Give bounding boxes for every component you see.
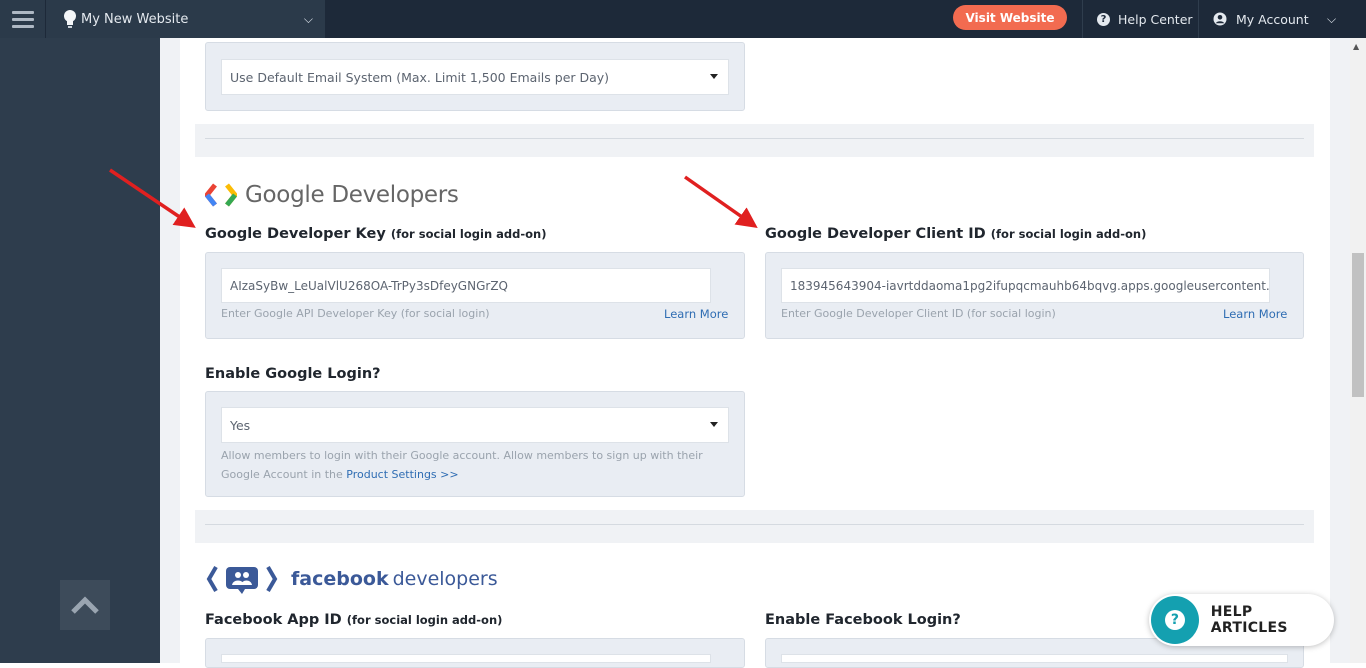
dropdown-caret-icon — [710, 74, 718, 79]
facebook-app-id-panel — [205, 638, 745, 668]
section-divider — [195, 510, 1314, 543]
enable-google-login-value: Yes — [230, 417, 251, 433]
email-system-select[interactable]: Use Default Email System (Max. Limit 1,5… — [221, 59, 729, 95]
hamburger-icon-bar — [11, 24, 34, 28]
google-key-input[interactable]: AIzaSyBw_LeUalVlU268OA-TrPy3sDfeyGNGrZQ — [221, 268, 711, 303]
divider-line — [205, 138, 1304, 139]
my-account-menu[interactable]: My Account — [1213, 0, 1309, 38]
google-developers-icon — [205, 183, 237, 207]
help-articles-label: HELP ARTICLES — [1210, 604, 1288, 636]
facebook-app-id-input[interactable] — [221, 654, 711, 663]
facebook-developers-icon — [206, 565, 278, 594]
visit-website-button[interactable]: Visit Website — [953, 5, 1067, 30]
chevron-up-icon — [71, 596, 99, 614]
question-icon: ? — [1164, 610, 1185, 630]
hamburger-icon-bar — [11, 10, 34, 14]
google-client-input[interactable]: 183945643904-iavrtddaoma1pg2ifupqcmauhb6… — [781, 268, 1270, 303]
my-account-label: My Account — [1236, 11, 1309, 27]
help-articles-icon-circle: ? — [1151, 596, 1199, 644]
facebook-app-id-label-text: Facebook App ID — [205, 612, 342, 628]
menu-toggle-button[interactable] — [0, 0, 45, 38]
user-icon — [1213, 12, 1227, 26]
chevron-down-icon[interactable]: ⌵ — [1327, 12, 1336, 27]
enable-facebook-login-select[interactable] — [781, 654, 1288, 663]
section-divider — [195, 124, 1314, 157]
enable-google-login-hint-text: Allow members to login with their Google… — [221, 449, 703, 481]
google-developers-logo: Google Developers — [205, 180, 459, 210]
scrollbar-thumb[interactable] — [1352, 253, 1364, 397]
google-client-label: Google Developer Client ID (for social l… — [765, 226, 1146, 242]
help-articles-button[interactable]: ? HELP ARTICLES — [1149, 594, 1334, 646]
divider — [1198, 0, 1199, 38]
google-key-value: AIzaSyBw_LeUalVlU268OA-TrPy3sDfeyGNGrZQ — [230, 278, 508, 293]
google-key-label-note: (for social login add-on) — [390, 227, 547, 241]
google-key-learn-more-link[interactable]: Learn More — [664, 307, 728, 321]
scroll-up-arrow-icon[interactable]: ▲ — [1353, 42, 1359, 51]
google-key-label-text: Google Developer Key — [205, 226, 386, 242]
google-key-label: Google Developer Key (for social login a… — [205, 226, 546, 242]
facebook-app-id-label-note: (for social login add-on) — [346, 613, 503, 627]
google-client-label-text: Google Developer Client ID — [765, 226, 986, 242]
facebook-developers-text: developers — [392, 568, 498, 590]
facebook-wordmark: facebook — [291, 568, 389, 590]
enable-google-login-select[interactable]: Yes — [221, 407, 729, 443]
hamburger-icon-bar — [11, 17, 34, 21]
help-center-link[interactable]: ? Help Center — [1097, 0, 1193, 38]
scroll-to-top-button[interactable] — [60, 580, 110, 630]
sidebar — [0, 38, 160, 663]
enable-facebook-login-label: Enable Facebook Login? — [765, 612, 961, 628]
enable-google-login-hint: Allow members to login with their Google… — [221, 446, 721, 484]
question-icon: ? — [1097, 12, 1110, 26]
google-client-value: 183945643904-iavrtddaoma1pg2ifupqcmauhb6… — [790, 278, 1270, 293]
google-key-hint: Enter Google API Developer Key (for soci… — [221, 307, 490, 320]
facebook-developers-logo: facebook developers — [205, 564, 498, 594]
divider — [1082, 0, 1083, 38]
website-name: My New Website — [81, 11, 189, 27]
divider-line — [205, 524, 1304, 525]
product-settings-link[interactable]: Product Settings >> — [346, 468, 458, 481]
email-system-value: Use Default Email System (Max. Limit 1,5… — [230, 69, 610, 85]
dropdown-caret-icon — [710, 422, 718, 427]
enable-google-login-label: Enable Google Login? — [205, 366, 381, 382]
top-navbar: My New Website ⌵ Visit Website ? Help Ce… — [0, 0, 1366, 38]
google-client-learn-more-link[interactable]: Learn More — [1223, 307, 1287, 321]
google-client-hint: Enter Google Developer Client ID (for so… — [781, 307, 1056, 320]
lightbulb-icon — [64, 10, 76, 28]
facebook-app-id-label: Facebook App ID (for social login add-on… — [205, 612, 502, 628]
website-selector[interactable]: My New Website ⌵ — [45, 0, 325, 38]
google-developers-text: Google Developers — [245, 182, 459, 208]
help-center-label: Help Center — [1118, 11, 1193, 27]
chevron-down-icon: ⌵ — [303, 12, 313, 26]
google-client-label-note: (for social login add-on) — [990, 227, 1147, 241]
